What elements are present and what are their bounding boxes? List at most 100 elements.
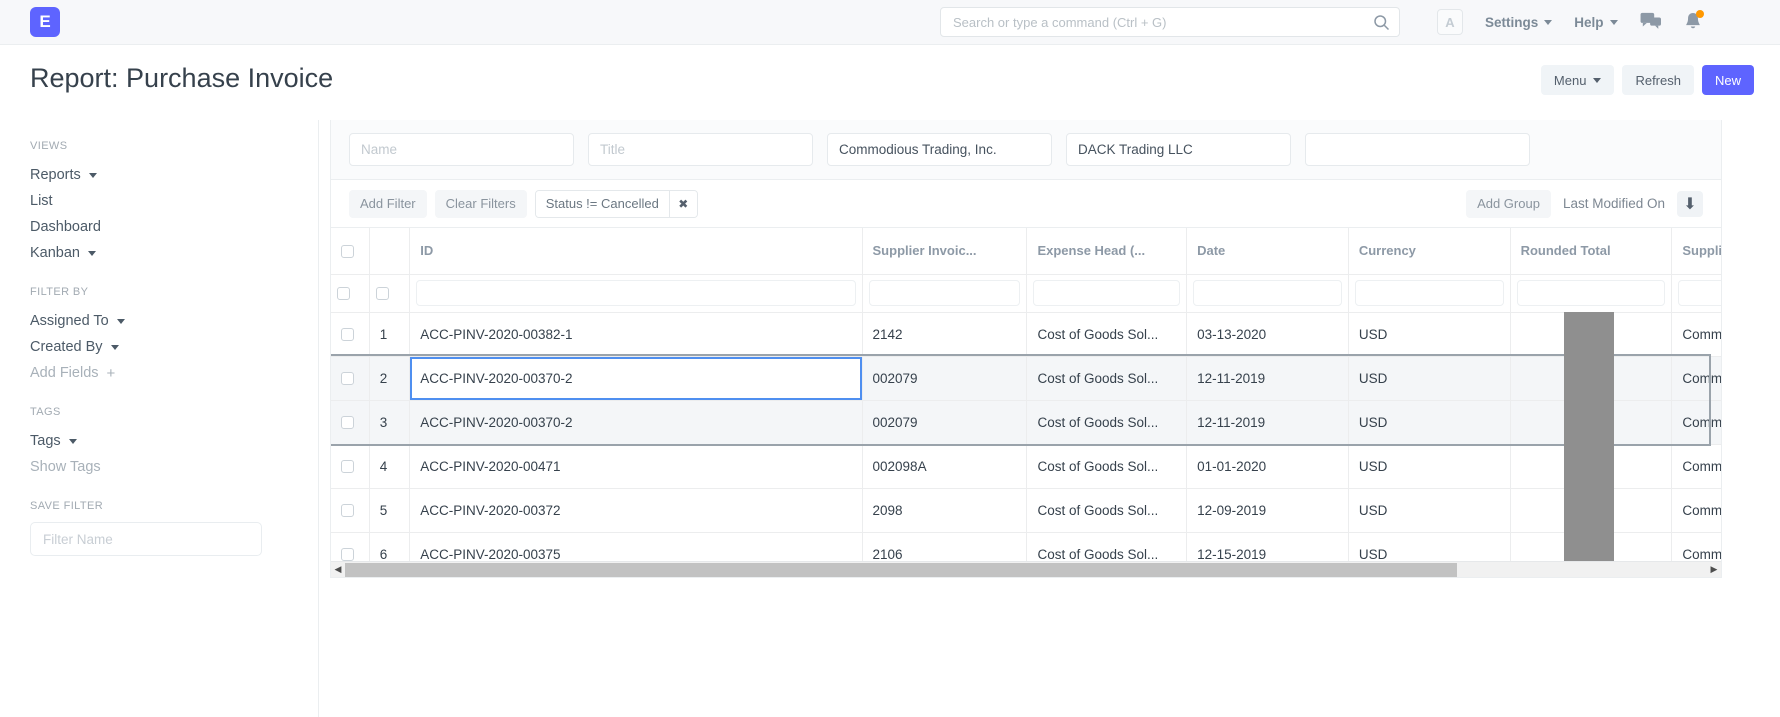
scrollbar-track[interactable] [345, 562, 1707, 578]
cell-id[interactable]: ACC-PINV-2020-00370-2 [410, 356, 862, 400]
new-button[interactable]: New [1702, 65, 1754, 95]
cell-rounded-total[interactable] [1510, 356, 1672, 400]
app-logo[interactable]: E [30, 7, 60, 37]
row-select-checkbox[interactable] [376, 287, 389, 300]
row-select-checkbox[interactable] [341, 460, 354, 473]
sidebar-item-reports[interactable]: Reports [30, 162, 97, 188]
column-filter-input-supplier-invoice[interactable] [869, 280, 1021, 306]
cell-expense-head[interactable]: Cost of Goods Sol... [1027, 532, 1187, 561]
sidebar-item-kanban[interactable]: Kanban [30, 240, 96, 266]
cell-supplier[interactable]: Commodi [1672, 356, 1721, 400]
refresh-button[interactable]: Refresh [1622, 65, 1694, 95]
sidebar-item-dashboard[interactable]: Dashboard [30, 214, 101, 240]
column-header-supplier-invoice[interactable]: Supplier Invoic... [862, 228, 1027, 274]
sidebar-item-list[interactable]: List [30, 188, 53, 214]
cell-supplier[interactable]: Commodi [1672, 400, 1721, 444]
cell-currency[interactable]: USD [1348, 400, 1510, 444]
column-header-expense-head[interactable]: Expense Head (... [1027, 228, 1187, 274]
cell-supplier[interactable]: Commodi [1672, 444, 1721, 488]
scrollbar-thumb[interactable] [345, 563, 1457, 577]
help-menu[interactable]: Help [1574, 15, 1617, 30]
add-filter-button[interactable]: Add Filter [349, 190, 427, 218]
column-filter-input-expense-head[interactable] [1033, 280, 1180, 306]
column-header-id[interactable]: ID [410, 228, 862, 274]
cell-rounded-total[interactable] [1510, 444, 1672, 488]
cell-expense-head[interactable]: Cost of Goods Sol... [1027, 488, 1187, 532]
table-row[interactable]: 3ACC-PINV-2020-00370-2002079Cost of Good… [331, 400, 1721, 444]
sidebar-item-created-by[interactable]: Created By [30, 334, 119, 360]
standard-filter-supplier[interactable] [827, 133, 1052, 166]
column-filter-input-date[interactable] [1193, 280, 1342, 306]
add-group-button[interactable]: Add Group [1466, 190, 1551, 218]
table-row[interactable]: 5ACC-PINV-2020-003722098Cost of Goods So… [331, 488, 1721, 532]
standard-filter-name[interactable] [349, 133, 574, 166]
search-icon[interactable] [1372, 13, 1390, 31]
row-select-checkbox[interactable] [337, 287, 350, 300]
column-header-supplier[interactable]: Supplier [1672, 228, 1721, 274]
standard-filter-extra[interactable] [1305, 133, 1530, 166]
sidebar-item-assigned-to[interactable]: Assigned To [30, 308, 125, 334]
scroll-right-arrow-icon[interactable]: ▶ [1707, 562, 1721, 578]
cell-expense-head[interactable]: Cost of Goods Sol... [1027, 444, 1187, 488]
horizontal-scrollbar[interactable]: ◀ ▶ [331, 561, 1721, 577]
chat-icon[interactable] [1640, 12, 1662, 32]
cell-expense-head[interactable]: Cost of Goods Sol... [1027, 312, 1187, 356]
cell-id[interactable]: ACC-PINV-2020-00372 [410, 488, 862, 532]
table-row[interactable]: 1ACC-PINV-2020-00382-12142Cost of Goods … [331, 312, 1721, 356]
notifications-icon[interactable] [1684, 12, 1702, 32]
cell-currency[interactable]: USD [1348, 444, 1510, 488]
table-row[interactable]: 2ACC-PINV-2020-00370-2002079Cost of Good… [331, 356, 1721, 400]
cell-supplier-invoice[interactable]: 002079 [862, 356, 1027, 400]
cell-rounded-total[interactable] [1510, 488, 1672, 532]
menu-button[interactable]: Menu [1541, 65, 1615, 95]
cell-id[interactable]: ACC-PINV-2020-00370-2 [410, 400, 862, 444]
sort-direction-icon[interactable]: ⬇ [1677, 191, 1703, 217]
cell-rounded-total[interactable] [1510, 400, 1672, 444]
cell-currency[interactable]: USD [1348, 356, 1510, 400]
cell-supplier[interactable]: Commodi [1672, 488, 1721, 532]
column-filter-input-supplier[interactable] [1678, 280, 1721, 306]
sort-field-selector[interactable]: Last Modified On [1563, 196, 1665, 211]
cell-id[interactable]: ACC-PINV-2020-00382-1 [410, 312, 862, 356]
clear-filters-button[interactable]: Clear Filters [435, 190, 527, 218]
column-header-date[interactable]: Date [1187, 228, 1349, 274]
cell-date[interactable]: 12-15-2019 [1187, 532, 1349, 561]
select-all-checkbox[interactable] [341, 245, 354, 258]
cell-date[interactable]: 12-11-2019 [1187, 400, 1349, 444]
table-row[interactable]: 6ACC-PINV-2020-003752106Cost of Goods So… [331, 532, 1721, 561]
settings-menu[interactable]: Settings [1485, 15, 1552, 30]
column-filter-input-rounded-total[interactable] [1517, 280, 1666, 306]
cell-supplier-invoice[interactable]: 2098 [862, 488, 1027, 532]
sidebar-item-tags[interactable]: Tags [30, 428, 77, 454]
cell-expense-head[interactable]: Cost of Goods Sol... [1027, 356, 1187, 400]
cell-date[interactable]: 12-09-2019 [1187, 488, 1349, 532]
cell-currency[interactable]: USD [1348, 488, 1510, 532]
cell-supplier-invoice[interactable]: 002098A [862, 444, 1027, 488]
cell-id[interactable]: ACC-PINV-2020-00471 [410, 444, 862, 488]
column-filter-input-currency[interactable] [1355, 280, 1504, 306]
cell-supplier-invoice[interactable]: 2142 [862, 312, 1027, 356]
standard-filter-title[interactable] [588, 133, 813, 166]
global-search-input[interactable] [940, 7, 1400, 37]
row-select-checkbox[interactable] [341, 416, 354, 429]
cell-date[interactable]: 01-01-2020 [1187, 444, 1349, 488]
cell-id[interactable]: ACC-PINV-2020-00375 [410, 532, 862, 561]
standard-filter-company[interactable] [1066, 133, 1291, 166]
cell-supplier[interactable]: Commodi [1672, 532, 1721, 561]
scroll-left-arrow-icon[interactable]: ◀ [331, 562, 345, 578]
applied-filter-label[interactable]: Status != Cancelled [536, 191, 669, 217]
column-header-currency[interactable]: Currency [1348, 228, 1510, 274]
cell-supplier-invoice[interactable]: 2106 [862, 532, 1027, 561]
filter-name-input[interactable] [30, 522, 262, 556]
cell-currency[interactable]: USD [1348, 532, 1510, 561]
sidebar-item-show-tags[interactable]: Show Tags [30, 454, 101, 480]
cell-rounded-total[interactable] [1510, 312, 1672, 356]
cell-date[interactable]: 03-13-2020 [1187, 312, 1349, 356]
row-select-checkbox[interactable] [341, 372, 354, 385]
cell-currency[interactable]: USD [1348, 312, 1510, 356]
sidebar-item-add-fields[interactable]: Add Fields + [30, 360, 115, 386]
close-icon[interactable]: ✖ [669, 191, 697, 217]
cell-date[interactable]: 12-11-2019 [1187, 356, 1349, 400]
row-select-checkbox[interactable] [341, 328, 354, 341]
avatar[interactable]: A [1437, 9, 1463, 35]
